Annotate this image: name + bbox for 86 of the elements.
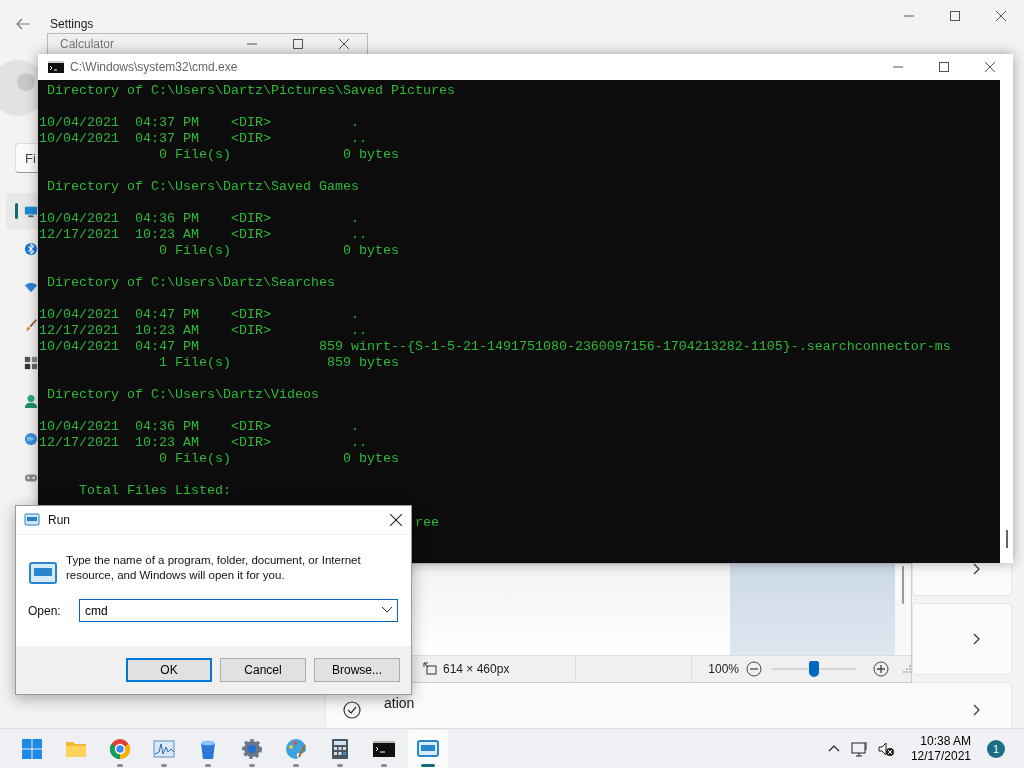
running-indicator — [421, 763, 435, 767]
run-icon — [28, 561, 58, 587]
palette-icon — [284, 736, 308, 761]
apps-icon — [24, 355, 38, 371]
console-line: 0 File(s) 0 bytes — [158, 451, 399, 467]
console-icon — [48, 61, 64, 73]
resize-icon — [423, 662, 437, 676]
scrollbar[interactable] — [895, 564, 911, 655]
settings-card[interactable]: ation — [325, 682, 1012, 728]
open-combo-field[interactable]: cmd — [79, 599, 398, 622]
window-title: Settings — [50, 17, 94, 31]
console-line: 10/04/2021 04:47 PM 859 winrt--{S-1-5-21-1491751080-2360097156-1704213282-1105}-.searchconnector-ms — [39, 339, 951, 355]
console-line: 12/17/2021 10:23 AM <DIR> .. — [39, 227, 367, 243]
console-line: 12/17/2021 10:23 AM <DIR> .. — [39, 323, 367, 339]
close-icon — [390, 514, 402, 526]
browse-button[interactable]: Browse... — [314, 658, 400, 682]
console-line: Directory of C:\Users\Dartz\Saved Games — [47, 179, 359, 195]
chevron-right-icon — [973, 633, 980, 645]
image-dimensions: 614 × 460px — [443, 662, 510, 676]
bluetooth-icon — [24, 241, 38, 257]
search-field[interactable]: Fi — [15, 143, 38, 173]
person-icon — [24, 393, 38, 409]
zoom-slider-thumb[interactable] — [809, 661, 819, 677]
console-line: 12/17/2021 10:23 AM <DIR> .. — [39, 435, 367, 451]
field-label: Open: — [28, 603, 62, 618]
close-icon — [996, 11, 1006, 21]
browser-icon — [108, 736, 132, 761]
console-line: 0 File(s) 0 bytes — [158, 243, 399, 259]
console-line: 10/04/2021 04:37 PM <DIR> .. — [39, 131, 367, 147]
globe-icon — [24, 431, 38, 447]
console-line: 10/04/2021 04:36 PM <DIR> . — [39, 211, 359, 227]
clock[interactable]: 10:38 AM 12/17/2021 — [910, 733, 971, 764]
back-arrow-icon[interactable] — [15, 16, 31, 32]
console-line: Directory of C:\Users\Dartz\Searches — [47, 275, 335, 291]
clock-time: 10:38 AM — [920, 733, 971, 749]
resize-grip-icon — [903, 665, 911, 673]
zoom-out-button[interactable] — [746, 661, 762, 677]
running-indicator — [293, 763, 299, 767]
close-icon — [985, 62, 995, 72]
console-line: Directory of C:\Users\Dartz\Videos — [47, 387, 319, 403]
ok-button[interactable]: OK — [126, 658, 212, 682]
console-line: 10/04/2021 04:37 PM <DIR> . — [39, 115, 359, 131]
running-indicator — [161, 763, 167, 767]
nav-item[interactable] — [6, 193, 38, 229]
gear-icon — [240, 736, 264, 761]
instruction-text: Type the name of a program, folder, document, or Internet resource, and Windows will open it for you. — [66, 553, 362, 583]
window-title: Run — [48, 513, 70, 527]
console-line: 10/04/2021 04:47 PM <DIR> . — [39, 307, 359, 323]
zoom-in-button[interactable] — [873, 661, 889, 677]
maximize-icon — [293, 39, 303, 49]
scrollbar[interactable] — [1000, 80, 1013, 563]
window-title: C:\Windows\system32\cmd.exe — [70, 60, 238, 74]
console-line: ree — [414, 515, 439, 531]
notification-badge[interactable]: 1 — [987, 739, 1005, 758]
dropdown-caret-icon[interactable] — [382, 607, 392, 613]
console-line: 0 File(s) 0 bytes — [158, 147, 399, 163]
monitor-icon — [850, 740, 869, 757]
console-line: Directory of C:\Users\Dartz\Pictures\Saved Pictures — [47, 83, 455, 99]
run-icon — [24, 513, 40, 527]
console-line: 10/04/2021 04:36 PM <DIR> . — [39, 419, 359, 435]
console-line: Total Files Listed: — [79, 483, 231, 499]
selection-indicator — [15, 203, 18, 219]
zoom-level: 100% — [708, 662, 739, 676]
running-indicator — [117, 763, 123, 767]
running-indicator — [337, 763, 343, 767]
scroll-thumb[interactable] — [1006, 530, 1008, 548]
start-icon — [20, 736, 44, 761]
zoom-in-icon — [873, 661, 889, 677]
running-indicator — [249, 763, 255, 767]
chevron-right-icon — [973, 704, 980, 716]
maximize-icon — [950, 11, 960, 21]
card-title: ation — [384, 695, 415, 713]
close-icon — [339, 39, 349, 49]
brush-icon — [24, 317, 38, 333]
check-circle-icon — [343, 701, 361, 719]
chevron-up-icon — [827, 745, 840, 752]
running-indicator — [205, 763, 211, 767]
speaker-muted-icon — [876, 740, 895, 757]
scroll-thumb[interactable] — [902, 566, 904, 604]
maximize-icon — [939, 62, 949, 72]
console-line: 1 File(s) 859 bytes — [158, 355, 399, 371]
running-indicator — [381, 763, 387, 767]
cancel-button[interactable]: Cancel — [220, 658, 306, 682]
clock-date: 12/17/2021 — [910, 748, 971, 764]
window-title: Calculator — [59, 37, 115, 51]
zoom-out-icon — [746, 661, 762, 677]
